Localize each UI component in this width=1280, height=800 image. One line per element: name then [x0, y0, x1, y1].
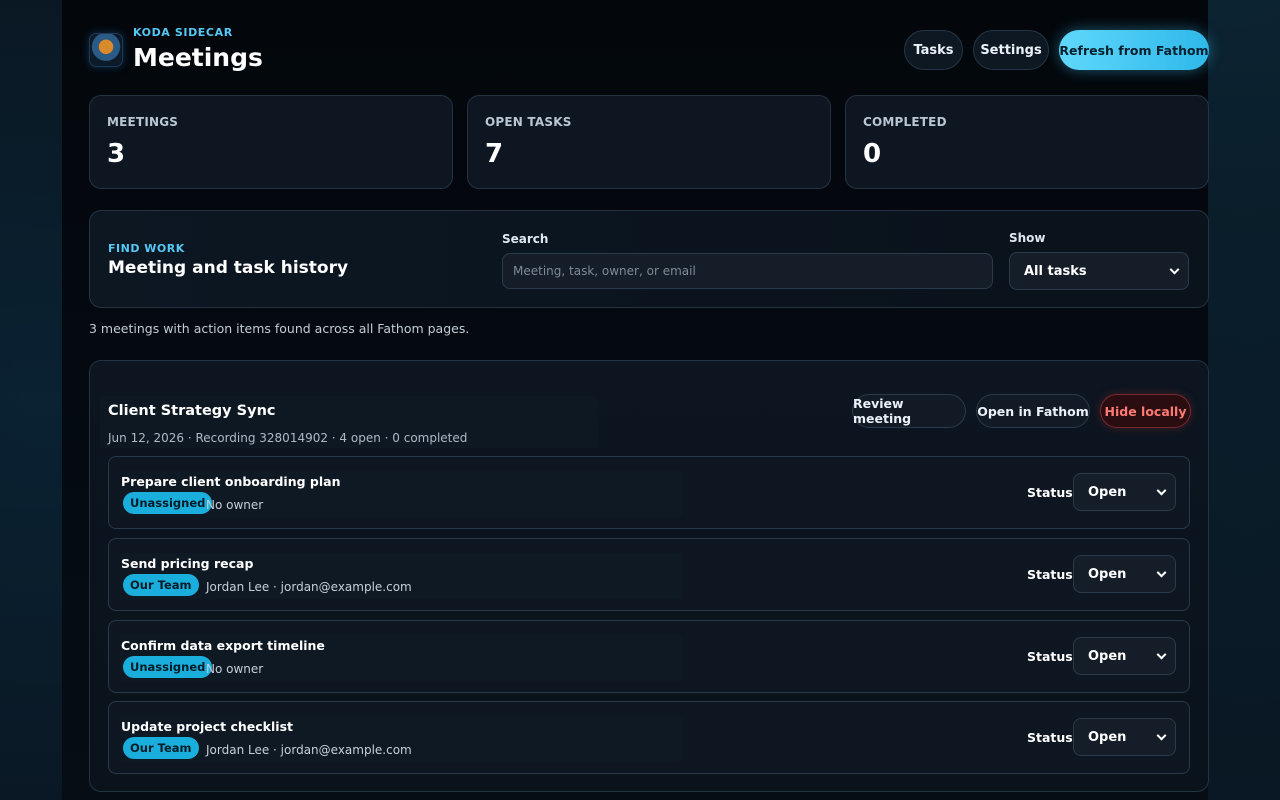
- status-label: Status: [1027, 567, 1073, 582]
- stat-label: MEETINGS: [107, 115, 179, 129]
- task-title: Update project checklist: [121, 719, 293, 734]
- task-row: Confirm data export timeline Unassigned …: [108, 620, 1190, 693]
- show-filter-select[interactable]: All tasks: [1009, 252, 1189, 290]
- right-backdrop: [1208, 0, 1280, 800]
- meeting-meta: Jun 12, 2026 · Recording 328014902 · 4 o…: [108, 431, 468, 445]
- status-label: Status: [1027, 730, 1073, 745]
- stat-card-meetings: MEETINGS 3: [89, 95, 453, 189]
- chevron-down-icon: [1156, 567, 1167, 578]
- refresh-from-fathom-button[interactable]: Refresh from Fathom: [1059, 30, 1209, 70]
- meeting-title: Client Strategy Sync: [108, 403, 276, 419]
- stat-label: COMPLETED: [863, 115, 947, 129]
- chevron-down-icon: [1169, 264, 1180, 275]
- app-logo-icon: [89, 33, 123, 67]
- find-work-panel: FIND WORK Meeting and task history Searc…: [89, 210, 1209, 308]
- brand-name: KODA SIDECAR: [133, 26, 233, 39]
- find-work-kicker: FIND WORK: [108, 242, 185, 255]
- status-select[interactable]: Open: [1073, 637, 1176, 675]
- review-meeting-button[interactable]: Review meeting: [852, 394, 966, 428]
- settings-button[interactable]: Settings: [973, 30, 1049, 70]
- task-owner: No owner: [206, 662, 264, 676]
- stat-value: 0: [863, 139, 882, 169]
- task-owner: No owner: [206, 498, 264, 512]
- results-summary: 3 meetings with action items found acros…: [89, 321, 470, 336]
- search-input[interactable]: [502, 253, 993, 289]
- owner-badge: Our Team: [123, 737, 199, 759]
- chevron-down-icon: [1156, 649, 1167, 660]
- chevron-down-icon: [1156, 730, 1167, 741]
- show-filter-value: All tasks: [1024, 263, 1087, 279]
- stat-label: OPEN TASKS: [485, 115, 572, 129]
- task-owner: Jordan Lee · jordan@example.com: [206, 743, 412, 757]
- status-select[interactable]: Open: [1073, 473, 1176, 511]
- task-row: Update project checklist Our Team Jordan…: [108, 701, 1190, 774]
- stat-value: 7: [485, 139, 504, 169]
- task-title: Confirm data export timeline: [121, 638, 325, 653]
- owner-badge: Our Team: [123, 574, 199, 596]
- status-value: Open: [1088, 484, 1127, 500]
- task-title: Send pricing recap: [121, 556, 254, 571]
- hide-locally-button[interactable]: Hide locally: [1100, 394, 1191, 428]
- owner-badge: Unassigned: [123, 656, 213, 678]
- tasks-button[interactable]: Tasks: [904, 30, 963, 70]
- task-title: Prepare client onboarding plan: [121, 474, 341, 489]
- stat-card-completed: COMPLETED 0: [845, 95, 1209, 189]
- status-value: Open: [1088, 648, 1127, 664]
- chevron-down-icon: [1156, 485, 1167, 496]
- status-value: Open: [1088, 566, 1127, 582]
- search-label: Search: [502, 232, 549, 246]
- show-label: Show: [1009, 231, 1046, 245]
- meeting-card: Client Strategy Sync Jun 12, 2026 · Reco…: [89, 360, 1209, 792]
- find-work-heading: Meeting and task history: [108, 258, 349, 278]
- status-select[interactable]: Open: [1073, 555, 1176, 593]
- task-row: Send pricing recap Our Team Jordan Lee ·…: [108, 538, 1190, 611]
- left-backdrop: [0, 0, 62, 800]
- page-title: Meetings: [133, 43, 263, 72]
- status-value: Open: [1088, 729, 1127, 745]
- status-select[interactable]: Open: [1073, 718, 1176, 756]
- open-in-fathom-button[interactable]: Open in Fathom: [976, 394, 1090, 428]
- stat-card-open-tasks: OPEN TASKS 7: [467, 95, 831, 189]
- stat-value: 3: [107, 139, 126, 169]
- status-label: Status: [1027, 485, 1073, 500]
- task-row: Prepare client onboarding plan Unassigne…: [108, 456, 1190, 529]
- owner-badge: Unassigned: [123, 492, 213, 514]
- status-label: Status: [1027, 649, 1073, 664]
- task-owner: Jordan Lee · jordan@example.com: [206, 580, 412, 594]
